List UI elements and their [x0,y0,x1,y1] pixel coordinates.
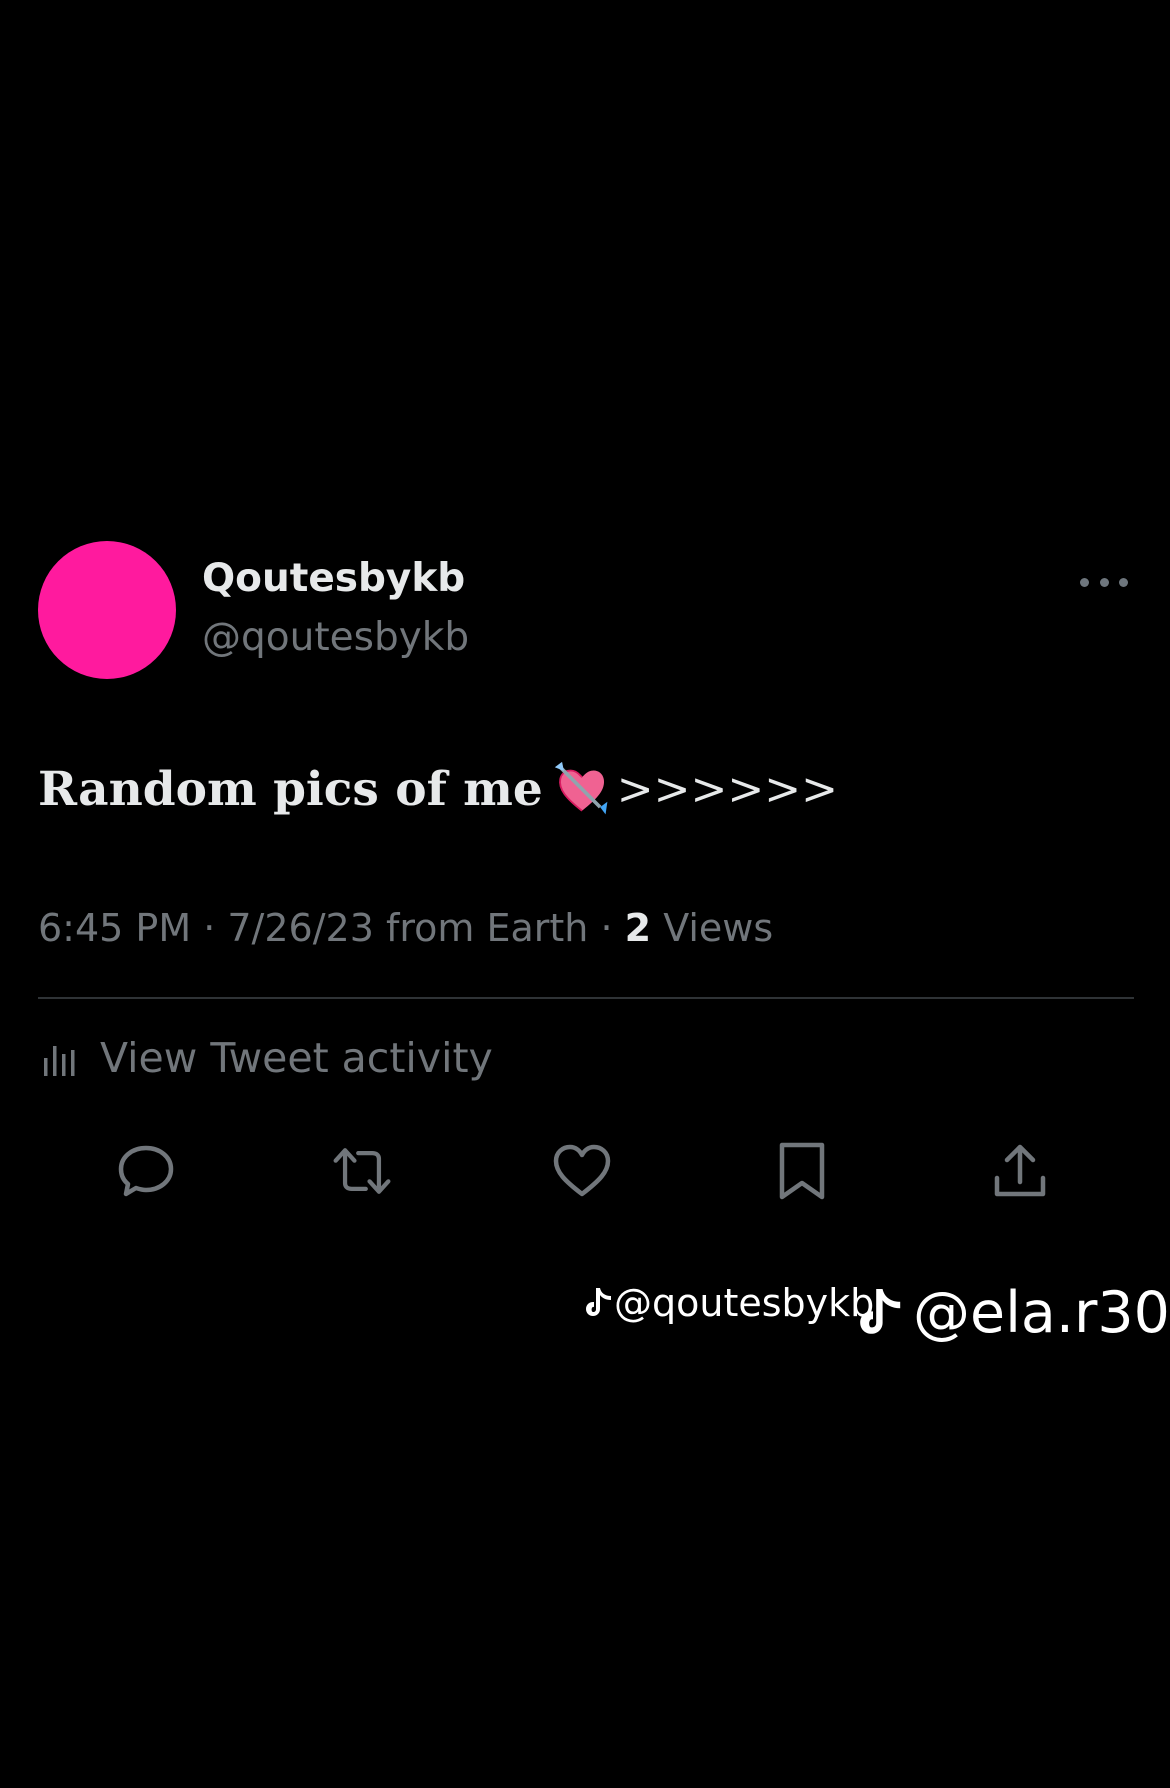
more-options-icon[interactable] [1080,576,1128,588]
retweet-button[interactable] [330,1140,394,1202]
meta-separator: · [191,906,228,950]
view-tweet-activity-button[interactable]: View Tweet activity [40,1034,493,1082]
watermark-small-handle: @qoutesbykb [614,1281,875,1325]
tweet-time[interactable]: 6:45 PM [38,906,191,950]
avatar[interactable] [38,541,176,679]
action-bar [0,1140,1170,1202]
heart-with-arrow-icon [554,761,608,815]
reply-icon [118,1145,174,1197]
tweet-arrows: >>>>>> [616,763,838,815]
meta-separator-2: · [588,906,625,950]
views-count: 2 [624,906,652,950]
tiktok-watermark-small: @qoutesbykb [584,1281,874,1325]
bar-chart-icon [44,1046,75,1076]
view-tweet-activity-label: View Tweet activity [100,1034,493,1082]
bookmark-button[interactable] [770,1140,834,1202]
tweet-date[interactable]: 7/26/23 [227,906,374,950]
tweet-meta: 6:45 PM · 7/26/23 from Earth · 2 Views [38,906,773,950]
tweet-text: Random pics of me >>>>>> [38,760,838,818]
user-handle[interactable]: @qoutesbykb [202,615,469,660]
tweet-source: from Earth [385,906,589,950]
divider [38,997,1134,999]
tiktok-icon [860,1289,901,1334]
retweet-icon [333,1148,391,1194]
display-name[interactable]: Qoutesbykb [202,556,465,601]
reply-button[interactable] [114,1140,178,1202]
views-label: Views [663,906,774,950]
tiktok-watermark-big: @ela.r30 [857,1280,1170,1346]
share-icon [994,1144,1046,1197]
watermark-big-handle: @ela.r30 [913,1280,1170,1346]
like-button[interactable] [550,1140,614,1202]
tiktok-icon [586,1288,611,1316]
heart-icon [553,1144,611,1197]
tweet-card: Qoutesbykb @qoutesbykb Random pics of me… [0,0,1170,1788]
tweet-body: Random pics of me [38,761,543,817]
share-button[interactable] [988,1140,1052,1202]
bookmark-icon [779,1142,825,1200]
